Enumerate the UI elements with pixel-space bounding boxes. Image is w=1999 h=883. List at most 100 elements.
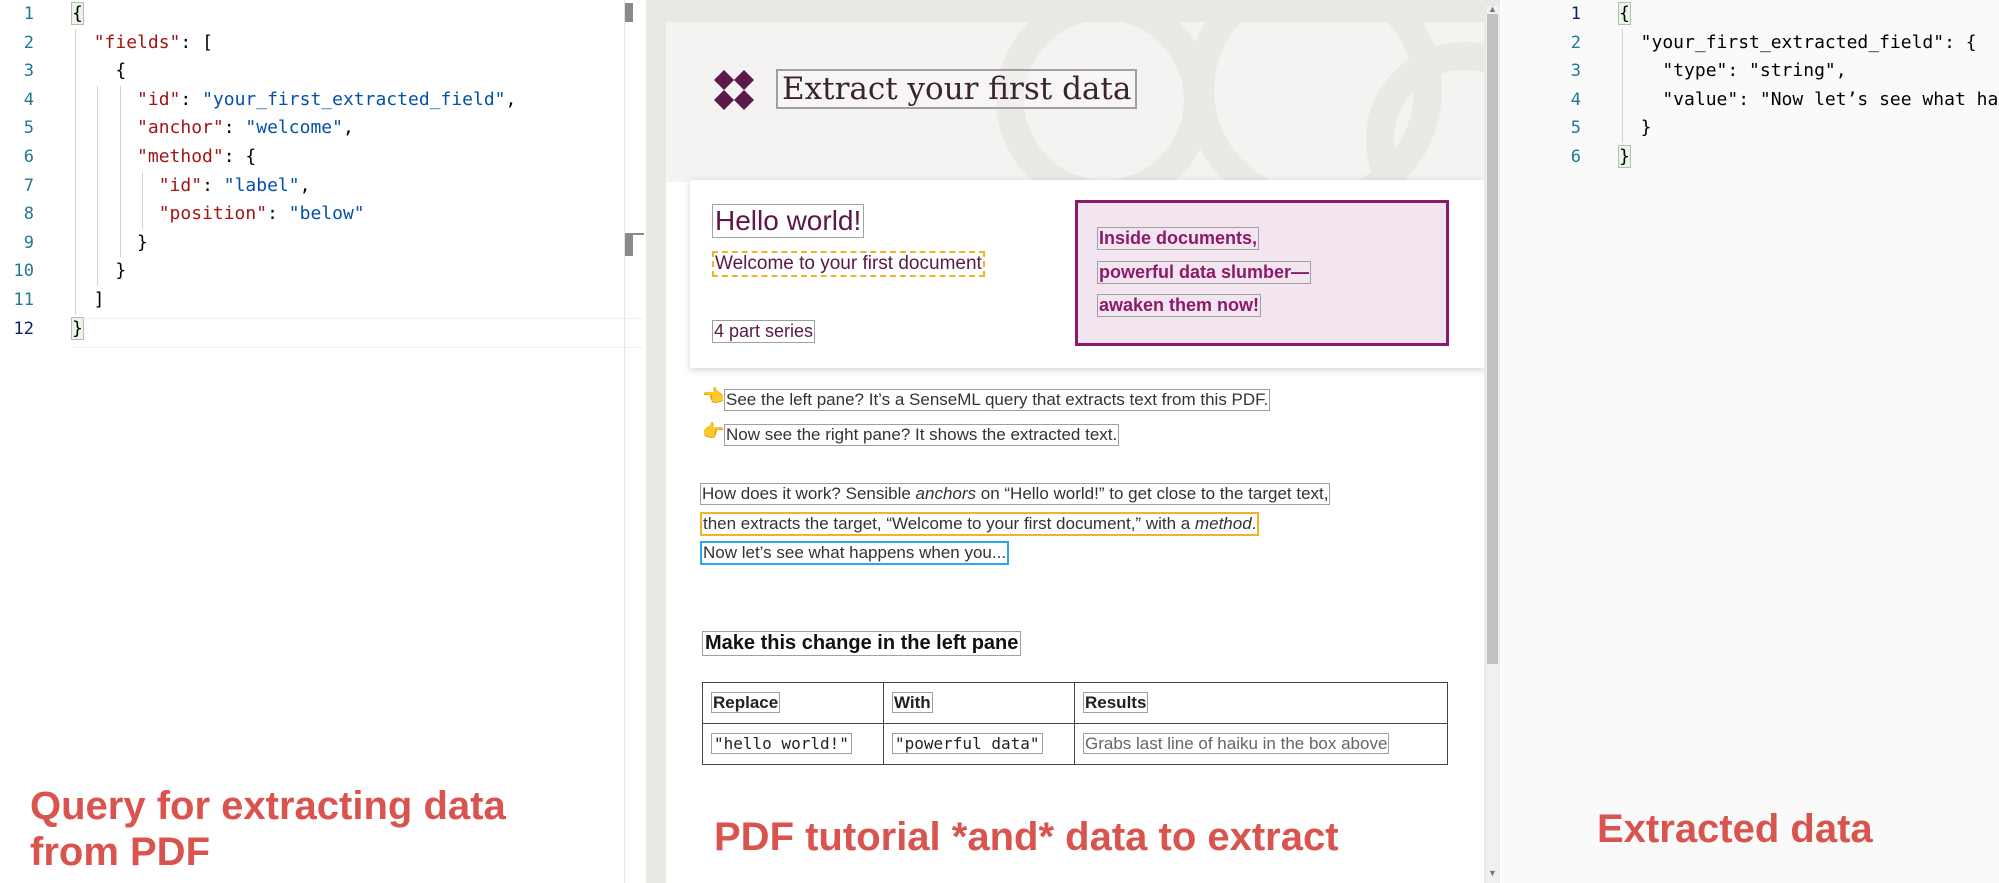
code-line[interactable]: 3 "type": "string",: [1501, 57, 1999, 86]
para2-em: method: [1194, 514, 1252, 533]
code-token: ,: [505, 88, 517, 110]
code-line[interactable]: 4 "value": "Now let’s see what happens w…: [1501, 86, 1999, 115]
indent-guide: [97, 86, 98, 286]
line-number: 1: [1570, 4, 1581, 24]
table-header: Results: [1074, 682, 1448, 724]
code-token: {: [1618, 2, 1631, 25]
code-token: :: [267, 203, 289, 225]
change-table: Replace With Results "hello world!" "pow…: [702, 682, 1448, 765]
current-line-highlight: [72, 318, 644, 348]
code-text: "anchor": "welcome",: [72, 114, 354, 143]
table-cell: "hello world!": [702, 723, 884, 765]
code-token: "value": "Now let’s see what happens whe…: [1662, 88, 1999, 110]
caption-query-line2: from PDF: [30, 830, 210, 874]
caption-extracted: Extracted data: [1597, 807, 1873, 851]
code-token: "method": [137, 146, 224, 167]
page-title: Extract your first data: [776, 69, 1138, 109]
scroll-up-icon[interactable]: ▲: [1488, 4, 1497, 14]
how-it-works-line1: How does it work? Sensible anchors on “H…: [700, 483, 1331, 505]
code-token: ]: [72, 289, 105, 310]
caption-query-line1: Query for extracting data: [30, 784, 506, 828]
code-text: }: [1619, 114, 1652, 143]
welcome-text: Welcome to your first document: [712, 251, 985, 277]
table-cell: Grabs last line of haiku in the box abov…: [1074, 723, 1448, 765]
indent-guide: [75, 29, 76, 315]
code-token: "id": [158, 174, 203, 196]
para2-a: then extracts the target, “Welcome to yo…: [703, 514, 1195, 533]
pdf-scrollbar-thumb[interactable]: [1487, 14, 1498, 664]
haiku-line: Inside documents,: [1097, 227, 1260, 250]
code-token: }: [1618, 145, 1631, 168]
line-number: 5: [1570, 118, 1581, 139]
code-text: "position": "below": [72, 200, 365, 229]
pdf-viewer-pane[interactable]: Extract your first data Hello world! Wel…: [646, 0, 1500, 883]
line-number: 9: [23, 232, 34, 253]
how-it-works-line2: then extracts the target, “Welcome to yo…: [700, 512, 1260, 536]
code-text: "method": {: [72, 143, 256, 172]
code-token: "below": [288, 203, 365, 225]
code-token: "type": "string",: [1619, 60, 1847, 82]
code-text: }: [72, 257, 126, 286]
caption-pdf: PDF tutorial *and* data to extract: [714, 815, 1339, 859]
extracted-data-pane[interactable]: 1{2 "your_first_extracted_field": {3 "ty…: [1501, 0, 1999, 883]
code-text: "type": "string",: [1619, 57, 1847, 86]
code-line[interactable]: 3 {: [0, 57, 645, 86]
code-token: "position": [158, 203, 268, 225]
overview-ruler-cursor: [624, 233, 644, 235]
tip-right-text: Now see the right pane? It shows the ext…: [726, 425, 1118, 444]
code-token: "your_first_extracted_field": {: [1619, 31, 1977, 53]
line-number: 10: [13, 261, 34, 282]
code-text: "value": "Now let’s see what happens whe…: [1619, 86, 1999, 115]
tip-left-pane: See the left pane? It’s a SenseML query …: [724, 389, 1271, 411]
code-text: }: [72, 229, 148, 258]
code-line[interactable]: 11 ]: [0, 286, 645, 315]
para1-b: on “Hello world!” to get close to the ta…: [976, 484, 1329, 503]
line-number: 12: [13, 318, 34, 339]
code-line[interactable]: 6}: [1501, 143, 1999, 172]
scroll-down-icon[interactable]: ▼: [1488, 868, 1497, 878]
sensible-logo-icon: [714, 70, 754, 110]
code-line[interactable]: 1{: [1501, 0, 1999, 29]
hand-right-icon: 👉: [702, 421, 725, 441]
table-header: Replace: [702, 682, 884, 724]
code-token: : {: [223, 146, 257, 167]
code-line[interactable]: 5 }: [1501, 114, 1999, 143]
code-token: ,: [299, 174, 311, 196]
code-token: :: [202, 174, 224, 196]
para1-a: How does it work? Sensible: [702, 484, 916, 503]
code-token: {: [71, 2, 84, 25]
line-number: 11: [13, 290, 34, 310]
line-number: 3: [1570, 61, 1581, 82]
code-token: "your_first_extracted_field": [202, 88, 506, 110]
pdf-page: Extract your first data Hello world! Wel…: [666, 22, 1484, 883]
code-token: {: [72, 60, 127, 82]
code-text: {: [72, 57, 126, 86]
change-heading: Make this change in the left pane: [702, 631, 1022, 656]
code-text: "your_first_extracted_field": {: [1619, 29, 1977, 58]
code-text: "id": "label",: [72, 172, 311, 201]
code-text: }: [1618, 143, 1631, 172]
haiku-box: Inside documents, powerful data slumber—…: [1075, 200, 1449, 346]
code-line[interactable]: 1{: [0, 0, 645, 29]
page-header: Extract your first data: [666, 22, 1484, 238]
code-token: "fields": [93, 31, 181, 53]
code-token: ,: [342, 117, 354, 139]
code-text: "id": "your_first_extracted_field",: [72, 86, 516, 115]
scrollbar-thumb[interactable]: [624, 3, 633, 22]
table-row: "hello world!" "powerful data" Grabs las…: [702, 723, 1448, 765]
code-text: "fields": [: [72, 29, 213, 58]
para2-b: .: [1251, 514, 1257, 533]
code-token: "welcome": [245, 117, 343, 139]
query-editor-pane[interactable]: 1{2 "fields": [3 {4 "id": "your_first_ex…: [0, 0, 645, 883]
pane-divider[interactable]: [624, 0, 625, 883]
code-text: ]: [72, 286, 105, 315]
code-token: "anchor": [137, 117, 224, 139]
code-token: :: [223, 117, 246, 139]
code-text: {: [1618, 0, 1631, 29]
hello-card: Hello world! Welcome to your first docum…: [690, 180, 1484, 368]
code-line[interactable]: 2 "fields": [: [0, 29, 645, 58]
overview-ruler-mark: [624, 235, 633, 256]
code-line[interactable]: 2 "your_first_extracted_field": {: [1501, 29, 1999, 58]
